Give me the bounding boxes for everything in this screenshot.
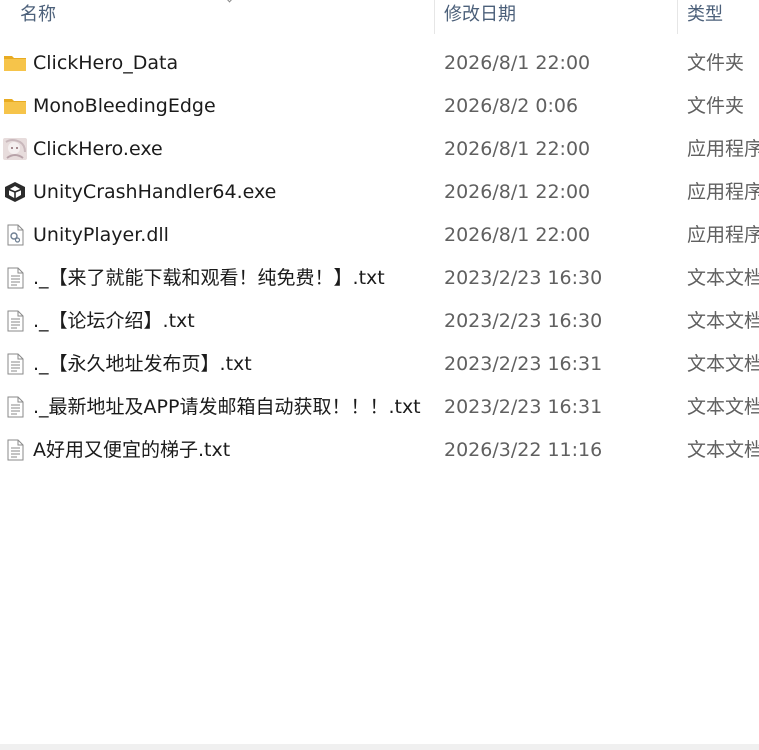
file-type: 应用程序 <box>687 224 759 246</box>
column-header-name[interactable]: 名称 <box>20 0 430 34</box>
file-name: UnityCrashHandler64.exe <box>33 181 277 203</box>
file-row[interactable]: ._【来了就能下载和观看！纯免费！】.txt 2023/2/23 16:30 文… <box>0 257 759 300</box>
file-type: 文本文档 <box>687 353 759 375</box>
file-date: 2026/8/1 22:00 <box>444 181 591 203</box>
file-type: 文本文档 <box>687 267 759 289</box>
file-row[interactable]: ._【论坛介绍】.txt 2023/2/23 16:30 文本文档 <box>0 300 759 343</box>
file-row[interactable]: ._最新地址及APP请发邮箱自动获取！！！.txt 2023/2/23 16:3… <box>0 386 759 429</box>
file-name: ._【永久地址发布页】.txt <box>33 353 252 375</box>
file-type: 应用程序 <box>687 181 759 203</box>
column-header-type[interactable]: 类型 <box>687 0 759 34</box>
app-thumbnail-icon <box>3 138 27 160</box>
file-row[interactable]: ClickHero_Data 2026/8/1 22:00 文件夹 <box>0 42 759 85</box>
file-name: MonoBleedingEdge <box>33 95 216 117</box>
file-date: 2023/2/23 16:31 <box>444 353 603 375</box>
file-date: 2023/2/23 16:30 <box>444 310 603 332</box>
file-date: 2026/3/22 11:16 <box>444 439 603 461</box>
file-name: A好用又便宜的梯子.txt <box>33 439 231 461</box>
file-type: 文本文档 <box>687 310 759 332</box>
file-date: 2026/8/1 22:00 <box>444 224 591 246</box>
file-date: 2023/2/23 16:30 <box>444 267 603 289</box>
file-date: 2023/2/23 16:31 <box>444 396 603 418</box>
text-file-icon <box>3 310 27 332</box>
text-file-icon <box>3 267 27 289</box>
file-row[interactable]: MonoBleedingEdge 2026/8/2 0:06 文件夹 <box>0 85 759 128</box>
file-row[interactable]: ._【永久地址发布页】.txt 2023/2/23 16:31 文本文档 <box>0 343 759 386</box>
file-explorer-list: 名称 修改日期 类型 ClickHero_Data 2026/8/1 22:00… <box>0 0 759 750</box>
file-name: ._最新地址及APP请发邮箱自动获取！！！.txt <box>33 396 421 418</box>
file-type: 文件夹 <box>687 52 745 74</box>
dll-file-icon <box>3 224 27 246</box>
folder-icon <box>3 95 27 117</box>
file-type: 文本文档 <box>687 439 759 461</box>
column-divider[interactable] <box>677 0 678 34</box>
text-file-icon <box>3 353 27 375</box>
folder-icon <box>3 52 27 74</box>
file-name: ._【来了就能下载和观看！纯免费！】.txt <box>33 267 385 289</box>
file-date: 2026/8/1 22:00 <box>444 138 591 160</box>
unity-logo-icon <box>3 181 27 203</box>
file-name: ._【论坛介绍】.txt <box>33 310 195 332</box>
file-type: 文件夹 <box>687 95 745 117</box>
file-date: 2026/8/2 0:06 <box>444 95 579 117</box>
text-file-icon <box>3 439 27 461</box>
column-header-date[interactable]: 修改日期 <box>444 0 674 34</box>
file-row[interactable]: UnityPlayer.dll 2026/8/1 22:00 应用程序 <box>0 214 759 257</box>
file-name: ClickHero.exe <box>33 138 163 160</box>
file-type: 应用程序 <box>687 138 759 160</box>
column-header-bar: 名称 修改日期 类型 <box>0 0 759 34</box>
file-name: ClickHero_Data <box>33 52 179 74</box>
file-type: 文本文档 <box>687 396 759 418</box>
file-date: 2026/8/1 22:00 <box>444 52 591 74</box>
file-row[interactable]: UnityCrashHandler64.exe 2026/8/1 22:00 应… <box>0 171 759 214</box>
horizontal-scrollbar[interactable] <box>0 744 759 750</box>
text-file-icon <box>3 396 27 418</box>
column-divider[interactable] <box>434 0 435 34</box>
file-name: UnityPlayer.dll <box>33 224 169 246</box>
file-row[interactable]: ClickHero.exe 2026/8/1 22:00 应用程序 <box>0 128 759 171</box>
file-row[interactable]: A好用又便宜的梯子.txt 2026/3/22 11:16 文本文档 <box>0 429 759 472</box>
file-list: ClickHero_Data 2026/8/1 22:00 文件夹 MonoBl… <box>0 42 759 472</box>
